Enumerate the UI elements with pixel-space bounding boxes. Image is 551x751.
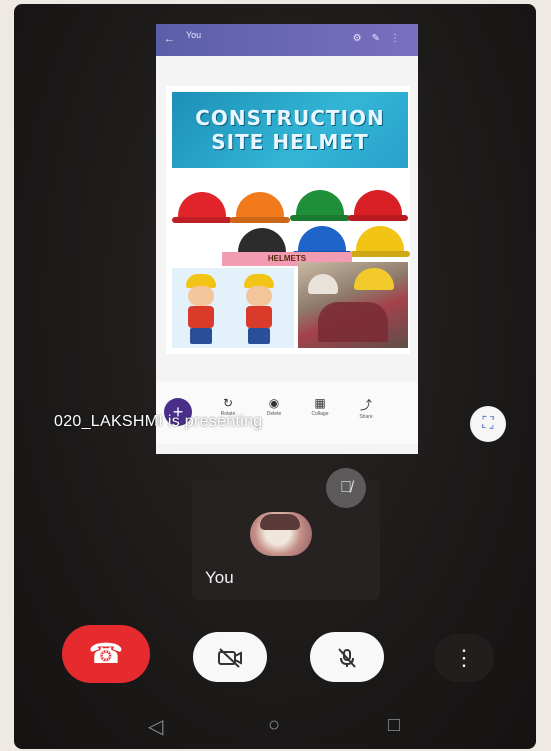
back-arrow-icon: ← — [164, 33, 175, 45]
share-icon: ⤴ — [359, 398, 372, 412]
phone-hangup-icon: ☎ — [88, 638, 124, 669]
helmet-icon — [296, 190, 344, 218]
nav-home-icon[interactable]: ○ — [268, 714, 280, 737]
cartoon-workers — [172, 268, 294, 348]
mic-toggle-button[interactable] — [310, 632, 384, 682]
collage-icon: ▦ — [314, 396, 326, 410]
camera-toggle-button[interactable] — [193, 632, 267, 682]
shared-app-title: You — [186, 30, 202, 40]
self-mic-muted-indicator: 🎙̸ — [326, 468, 366, 508]
camera-off-icon — [218, 648, 242, 668]
fullscreen-button[interactable]: ⛶ — [470, 406, 506, 442]
system-nav-bar: ◁ ○ □ — [14, 704, 536, 748]
banner-title-2: SITE HELMET — [211, 130, 369, 154]
helmet-icon — [354, 190, 402, 218]
worker-figure-2 — [236, 274, 282, 346]
helmet-icon — [236, 192, 284, 220]
toolbar-item[interactable]: ▦ Collage — [302, 396, 338, 417]
photo-workers — [298, 262, 408, 348]
nav-back-icon[interactable]: ◁ — [148, 714, 163, 739]
delete-icon: ◉ — [268, 396, 280, 410]
app-bar-icons: ⚙✎⋮ — [352, 33, 410, 44]
shared-app-bar: ← You ⚙✎⋮ — [156, 24, 418, 56]
toolbar-item[interactable]: ⤴ Share — [348, 396, 384, 420]
mic-off-icon: 🎙̸ — [340, 479, 352, 496]
shared-image: CONSTRUCTION SITE HELMET HELMETS — [166, 86, 410, 354]
rotate-icon: ↻ — [222, 396, 234, 410]
worker-figure-1 — [178, 274, 224, 346]
shared-screen[interactable]: ← You ⚙✎⋮ CONSTRUCTION SITE HELMET HELME… — [156, 24, 418, 454]
end-call-button[interactable]: ☎ — [62, 625, 150, 683]
banner-title-1: CONSTRUCTION — [195, 106, 385, 130]
more-options-button[interactable]: ⋮ — [434, 634, 494, 682]
self-name-label: You — [205, 568, 234, 587]
mic-off-icon — [338, 648, 356, 668]
more-vert-icon: ⋮ — [453, 645, 475, 670]
helmet-icon — [178, 192, 226, 220]
call-screen: ← You ⚙✎⋮ CONSTRUCTION SITE HELMET HELME… — [14, 4, 536, 749]
nav-recents-icon[interactable]: □ — [388, 714, 400, 737]
presenter-label: 020_LAKSHMI is presenting — [54, 413, 263, 430]
fullscreen-icon: ⛶ — [482, 415, 494, 432]
banner: CONSTRUCTION SITE HELMET — [172, 92, 408, 168]
helmet-icon — [298, 226, 346, 254]
helmet-icon — [356, 226, 404, 254]
avatar — [250, 512, 312, 556]
